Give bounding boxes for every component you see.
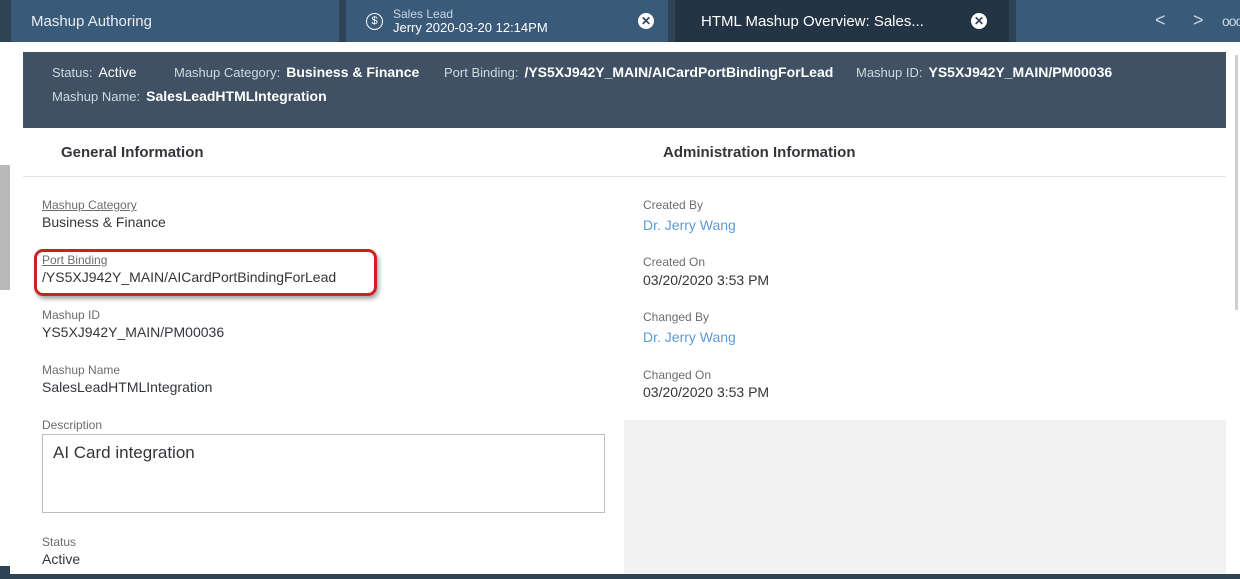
header-name-value: SalesLeadHTMLIntegration <box>146 88 327 104</box>
status-label: Status <box>42 535 77 549</box>
header-id-label: Mashup ID: <box>856 65 923 80</box>
tab-label: HTML Mashup Overview: Sales... <box>701 12 924 30</box>
header-status-label: Status: <box>52 65 93 80</box>
header-status-value: Active <box>98 64 137 80</box>
header-category-label: Mashup Category: <box>174 65 281 80</box>
mashup-category-label[interactable]: Mashup Category <box>42 198 137 212</box>
side-strip <box>0 165 10 290</box>
close-icon[interactable]: ✕ <box>638 13 654 29</box>
tab-label: Mashup Authoring <box>31 12 152 30</box>
changed-on-label: Changed On <box>643 368 712 382</box>
section-divider <box>23 176 1226 177</box>
header-port-label: Port Binding: <box>444 65 519 80</box>
header-id-value: YS5XJ942Y_MAIN/PM00036 <box>928 64 1113 80</box>
header-category-value: Business & Finance <box>286 64 420 80</box>
created-on-value: 03/20/2020 3:53 PM <box>643 272 770 288</box>
object-header: Status: Active Mashup Category: Business &… <box>23 52 1226 128</box>
general-information-title: General Information <box>61 144 204 161</box>
mashup-id-value: YS5XJ942Y_MAIN/PM00036 <box>42 324 225 340</box>
tab-mashup-authoring[interactable]: Mashup Authoring <box>11 0 339 42</box>
bottom-mark <box>0 566 10 579</box>
created-by-link[interactable]: Dr. Jerry Wang <box>643 217 736 233</box>
port-binding-value: /YS5XJ942Y_MAIN/AICardPortBindingForLead <box>42 269 337 285</box>
close-icon[interactable]: ✕ <box>971 13 987 29</box>
header-mashup-name: Mashup Name: SalesLeadHTMLIntegration <box>52 88 327 104</box>
more-icon[interactable]: ooo <box>1222 13 1240 29</box>
tab-bar: Mashup Authoring $ Sales Lead Jerry 2020… <box>0 0 1240 42</box>
description-field[interactable]: AI Card integration <box>42 434 605 513</box>
tab-html-mashup-overview[interactable]: HTML Mashup Overview: Sales... ✕ <box>675 0 1009 42</box>
chevron-left-icon[interactable]: < <box>1155 10 1166 31</box>
header-mashup-id: Mashup ID: YS5XJ942Y_MAIN/PM00036 <box>856 64 1112 80</box>
description-label: Description <box>42 418 103 432</box>
port-binding-label[interactable]: Port Binding <box>42 253 107 267</box>
header-port-value: /YS5XJ942Y_MAIN/AICardPortBindingForLead <box>524 64 834 80</box>
mashup-id-label: Mashup ID <box>42 308 101 322</box>
changed-by-label: Changed By <box>643 310 710 324</box>
header-status: Status: Active <box>52 64 137 80</box>
header-port-binding: Port Binding: /YS5XJ942Y_MAIN/AICardPortB… <box>444 64 833 80</box>
administration-information-title: Administration Information <box>663 144 856 161</box>
tab-sales-lead[interactable]: $ Sales Lead Jerry 2020-03-20 12:14PM ✕ <box>346 0 668 42</box>
scrollbar[interactable] <box>1235 55 1238 310</box>
created-on-label: Created On <box>643 255 706 269</box>
mashup-name-label: Mashup Name <box>42 363 121 377</box>
tab-overflow-area <box>1016 0 1240 42</box>
mashup-category-value: Business & Finance <box>42 214 166 230</box>
bottom-bar <box>0 574 1240 579</box>
changed-by-link[interactable]: Dr. Jerry Wang <box>643 329 736 345</box>
header-category: Mashup Category: Business & Finance <box>174 64 419 80</box>
chevron-right-icon[interactable]: > <box>1193 10 1204 31</box>
changed-on-value: 03/20/2020 3:53 PM <box>643 384 770 400</box>
mashup-name-value: SalesLeadHTMLIntegration <box>42 379 213 395</box>
tab-title: Sales Lead <box>393 7 454 21</box>
tab-subtitle: Jerry 2020-03-20 12:14PM <box>393 20 548 35</box>
created-by-label: Created By <box>643 198 704 212</box>
empty-panel <box>624 420 1226 575</box>
dollar-icon: $ <box>366 12 383 30</box>
header-name-label: Mashup Name: <box>52 89 141 104</box>
status-value: Active <box>42 551 81 567</box>
